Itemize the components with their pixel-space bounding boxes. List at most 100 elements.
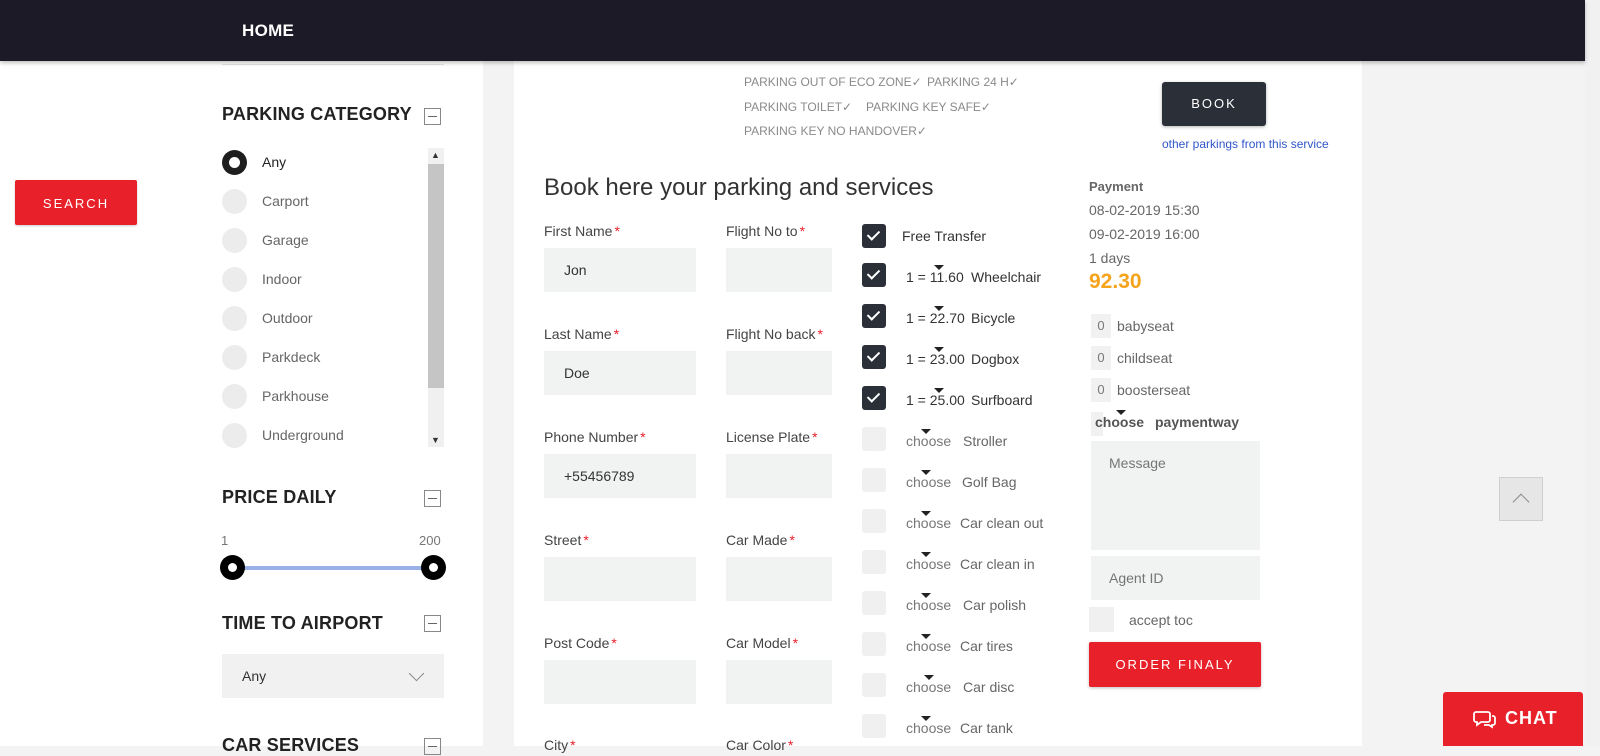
service-checkbox-car-tires[interactable] [862,632,886,656]
radio-icon [222,306,247,331]
payment-days: 1 days [1089,250,1131,266]
agent-id-input[interactable] [1091,556,1260,600]
search-button[interactable]: SEARCH [15,180,137,225]
service-qty-dogbox[interactable]: 1 = 23.00 [906,351,965,367]
time-to-airport-collapse-icon[interactable] [424,615,441,632]
service-checkbox-stroller[interactable] [862,427,886,451]
paymentway-choose[interactable]: choose [1095,414,1144,430]
book-button[interactable]: BOOK [1162,82,1266,126]
service-name-car-clean-in: Car clean in [960,556,1035,572]
service-checkbox-car-disc[interactable] [862,673,886,697]
phone-input[interactable] [544,454,696,498]
flight-no-to-input[interactable] [726,248,832,292]
service-qty-bicycle[interactable]: 1 = 22.70 [906,310,965,326]
babyseat-label: babyseat [1117,318,1174,334]
service-qty-stroller[interactable]: choose [906,433,951,449]
payment-title: Payment [1089,179,1144,194]
radio-selected-icon [222,150,247,175]
chat-bubble-icon [1473,709,1497,734]
street-input[interactable] [544,557,696,601]
free-transfer-label: Free Transfer [902,228,987,244]
price-daily-collapse-icon[interactable] [424,490,441,507]
scrollbar-thumb[interactable] [428,164,444,388]
amenity-toilet: PARKING TOILET✓ [744,100,853,114]
service-checkbox-golf-bag[interactable] [862,468,886,492]
page-scrollbar[interactable] [1585,0,1600,746]
chat-button[interactable]: CHAT [1443,692,1583,746]
car-made-label: Car Made * [726,532,795,548]
scroll-up-icon[interactable]: ▲ [431,150,440,160]
service-qty-golf-bag[interactable]: choose [906,474,951,490]
service-name-stroller: Stroller [963,433,1008,449]
payment-start-date: 08-02-2019 15:30 [1089,202,1200,218]
first-name-input[interactable] [544,248,696,292]
car-model-input[interactable] [726,660,832,704]
radio-icon [222,384,247,409]
car-made-input[interactable] [726,557,832,601]
car-services-collapse-icon[interactable] [424,738,441,755]
last-name-label: Last Name * [544,326,620,342]
order-finaly-button[interactable]: ORDER FINALY [1089,642,1261,687]
time-to-airport-select[interactable]: Any [222,654,444,698]
time-to-airport-title: TIME TO AIRPORT [222,613,384,633]
service-name-wheelchair: Wheelchair [971,269,1042,285]
radio-icon [222,267,247,292]
license-plate-input[interactable] [726,454,832,498]
city-label: City * [544,737,576,753]
service-name-surfboard: Surfboard [971,392,1033,408]
service-checkbox-car-polish[interactable] [862,591,886,615]
price-slider-track[interactable] [232,566,434,570]
service-checkbox-surfboard[interactable] [862,386,886,410]
license-plate-label: License Plate * [726,429,818,445]
boosterseat-count[interactable]: 0 [1091,378,1111,402]
price-slider-min-handle[interactable] [220,555,245,580]
amenity-key-safe: PARKING KEY SAFE✓ [866,100,991,114]
service-qty-car-polish[interactable]: choose [906,597,951,613]
nav-home-link[interactable]: HOME [242,21,294,41]
post-code-input[interactable] [544,660,696,704]
childseat-count[interactable]: 0 [1091,346,1111,370]
flight-no-back-input[interactable] [726,351,832,395]
service-qty-car-clean-in[interactable]: choose [906,556,951,572]
service-name-car-tires: Car tires [960,638,1013,654]
parking-category-collapse-icon[interactable] [424,108,441,125]
service-name-golf-bag: Golf Bag [962,474,1017,490]
service-checkbox-bicycle[interactable] [862,304,886,328]
accept-toc-checkbox[interactable] [1089,607,1114,632]
category-option-label: Indoor [262,271,302,287]
accept-toc-label: accept toc [1129,612,1193,628]
free-transfer-checkbox[interactable] [862,224,886,248]
flight-no-to-label: Flight No to * [726,223,806,239]
price-max-value: 200 [419,533,441,548]
last-name-input[interactable] [544,351,696,395]
top-navbar: HOME [0,0,1585,61]
service-checkbox-wheelchair[interactable] [862,263,886,287]
service-qty-car-clean-out[interactable]: choose [906,515,951,531]
car-model-label: Car Model * [726,635,799,651]
category-scrollbar[interactable]: ▲ ▼ [428,148,444,447]
back-to-top-button[interactable] [1499,477,1543,521]
service-name-dogbox: Dogbox [971,351,1020,367]
service-qty-car-disc[interactable]: choose [906,679,951,695]
service-qty-car-tires[interactable]: choose [906,638,951,654]
service-qty-wheelchair[interactable]: 1 = 11.60 [906,269,964,285]
service-checkbox-car-clean-out[interactable] [862,509,886,533]
childseat-label: childseat [1117,350,1173,366]
form-title: Book here your parking and services [544,174,934,201]
service-checkbox-car-clean-in[interactable] [862,550,886,574]
price-slider-max-handle[interactable] [421,555,446,580]
category-option-label: Parkhouse [262,388,329,404]
category-option-label: Parkdeck [262,349,321,365]
message-textarea[interactable] [1091,441,1260,550]
service-name-car-clean-out: Car clean out [960,515,1044,531]
babyseat-count[interactable]: 0 [1091,314,1111,338]
service-qty-surfboard[interactable]: 1 = 25.00 [906,392,965,408]
service-checkbox-car-tank[interactable] [862,714,886,738]
service-name-bicycle: Bicycle [971,310,1016,326]
service-qty-car-tank[interactable]: choose [906,720,951,736]
amenity-24h: PARKING 24 H✓ [927,75,1019,89]
other-parkings-link[interactable]: other parkings from this service [1162,137,1329,151]
scroll-down-icon[interactable]: ▼ [431,435,440,445]
service-checkbox-dogbox[interactable] [862,345,886,369]
service-name-car-tank: Car tank [960,720,1013,736]
